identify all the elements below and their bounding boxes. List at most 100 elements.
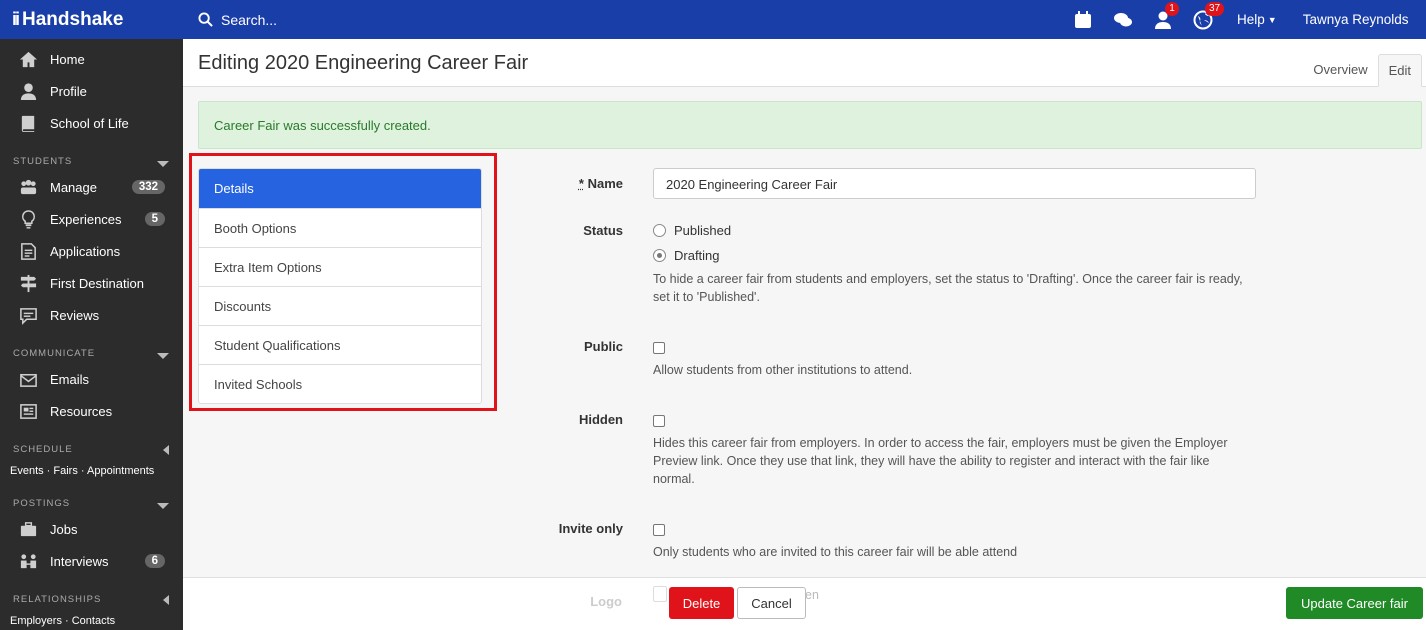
- section-heading: POSTINGS: [13, 498, 71, 509]
- handshake-mark-icon: ii: [12, 9, 20, 29]
- sidebar-section-schedule[interactable]: SCHEDULE: [0, 433, 183, 459]
- name-input[interactable]: 2020 Engineering Career Fair: [653, 168, 1256, 199]
- tab-edit[interactable]: Edit: [1377, 54, 1422, 87]
- logo-field-partial: [653, 586, 667, 602]
- sidebar-item-applications[interactable]: Applications: [0, 235, 183, 267]
- search-icon: [198, 12, 213, 27]
- tab-student-qualifications[interactable]: Student Qualifications: [199, 325, 481, 364]
- tab-discounts[interactable]: Discounts: [199, 286, 481, 325]
- calendar-button[interactable]: [1063, 0, 1103, 39]
- sidebar-item-school-of-life[interactable]: School of Life: [0, 107, 183, 139]
- status-option-drafting[interactable]: Drafting: [653, 248, 720, 263]
- status-help-text: To hide a career fair from students and …: [653, 272, 1243, 304]
- section-heading: SCHEDULE: [13, 444, 73, 455]
- invite-only-help-text: Only students who are invited to this ca…: [653, 545, 1018, 559]
- sidebar-item-label: Interviews: [50, 553, 109, 569]
- messages-button[interactable]: [1103, 0, 1143, 39]
- user-icon: [18, 81, 38, 101]
- globe-button[interactable]: 37: [1183, 0, 1225, 39]
- name-label: * Name: [483, 176, 623, 191]
- brand-logo[interactable]: ii Handshake: [0, 9, 183, 31]
- help-menu[interactable]: Help ▼: [1237, 12, 1277, 27]
- sidebar-item-resources[interactable]: Resources: [0, 395, 183, 427]
- sidebar-section-postings[interactable]: POSTINGS: [0, 487, 183, 513]
- book-icon: [18, 113, 38, 133]
- sidebar-item-label: Experiences: [50, 211, 122, 227]
- tab-details[interactable]: Details: [199, 169, 481, 208]
- sidebar-item-label: School of Life: [50, 115, 129, 131]
- logo-label: Logo: [590, 594, 622, 609]
- help-label: Help: [1237, 12, 1265, 27]
- document-icon: [18, 241, 38, 261]
- tab-overview[interactable]: Overview: [1303, 54, 1377, 87]
- delete-button[interactable]: Delete: [669, 587, 734, 619]
- tab-booth-options[interactable]: Booth Options: [199, 208, 481, 247]
- sidebar-item-reviews[interactable]: Reviews: [0, 299, 183, 331]
- globe-notification-badge: 37: [1205, 2, 1225, 16]
- user-notification-badge: 1: [1165, 2, 1179, 16]
- sidebar-item-first-destination[interactable]: First Destination: [0, 267, 183, 299]
- interview-icon: [18, 551, 38, 571]
- page-title: Editing 2020 Engineering Career Fair: [198, 52, 529, 74]
- comment-icon: [18, 305, 38, 325]
- schedule-links[interactable]: Events · Fairs · Appointments: [0, 459, 183, 477]
- sidebar-item-jobs[interactable]: Jobs: [0, 513, 183, 545]
- cancel-button[interactable]: Cancel: [737, 587, 806, 619]
- status-label: Status: [583, 223, 623, 238]
- status-option-published[interactable]: Published: [653, 223, 731, 238]
- page-header: Editing 2020 Engineering Career Fair Ove…: [183, 39, 1426, 87]
- count-badge: 5: [144, 212, 165, 226]
- sidebar-item-label: Jobs: [50, 521, 78, 537]
- user-menu[interactable]: Tawnya Reynolds: [1303, 12, 1409, 27]
- name-label-text: Name: [587, 176, 623, 191]
- caret-down-icon: [157, 161, 169, 167]
- sidebar-item-label: Profile: [50, 83, 87, 99]
- tab-invited-schools[interactable]: Invited Schools: [199, 364, 481, 403]
- relationships-links[interactable]: Employers · Contacts: [0, 609, 183, 627]
- public-label: Public: [583, 339, 623, 354]
- sidebar-item-profile[interactable]: Profile: [0, 75, 183, 107]
- signpost-icon: [18, 273, 38, 293]
- section-heading: STUDENTS: [13, 156, 73, 167]
- public-checkbox[interactable]: [653, 342, 665, 354]
- sidebar-item-home[interactable]: Home: [0, 43, 183, 75]
- search-placeholder: Search...: [221, 11, 278, 28]
- caret-down-icon: [157, 353, 169, 359]
- invite-only-checkbox[interactable]: [653, 524, 665, 536]
- top-navigation-bar: ii Handshake Search... 1 37 Help ▼ Tawny…: [0, 0, 1426, 39]
- sidebar-item-emails[interactable]: Emails: [0, 363, 183, 395]
- sidebar-section-communicate[interactable]: COMMUNICATE: [0, 337, 183, 363]
- sidebar-item-label: Resources: [50, 403, 113, 419]
- caret-left-icon: [163, 595, 169, 605]
- sidebar-item-interviews[interactable]: Interviews 6: [0, 545, 183, 577]
- page-tabs: Overview Edit: [1303, 54, 1422, 87]
- sidebar-item-experiences[interactable]: Experiences 5: [0, 203, 183, 235]
- sidebar-item-label: Manage: [50, 179, 97, 195]
- hidden-help-text: Hides this career fair from employers. I…: [653, 436, 1228, 486]
- section-tab-list: Details Booth Options Extra Item Options…: [198, 168, 482, 404]
- sidebar: Home Profile School of Life STUDENTS Man…: [0, 39, 183, 630]
- sidebar-item-label: Home: [50, 51, 85, 67]
- update-career-fair-button[interactable]: Update Career fair: [1286, 587, 1423, 619]
- notifications-user-button[interactable]: 1: [1143, 0, 1183, 39]
- briefcase-icon: [18, 519, 38, 539]
- radio-published[interactable]: [653, 224, 666, 237]
- chat-icon: [1114, 12, 1132, 26]
- caret-down-icon: [157, 503, 169, 509]
- sidebar-item-label: First Destination: [50, 275, 144, 291]
- radio-drafting[interactable]: [653, 249, 666, 262]
- hidden-checkbox[interactable]: [653, 415, 665, 427]
- global-search[interactable]: Search...: [183, 12, 1063, 28]
- invite-only-label: Invite only: [558, 521, 623, 536]
- radio-label: Published: [674, 223, 732, 238]
- sidebar-section-students[interactable]: STUDENTS: [0, 145, 183, 171]
- sidebar-item-manage[interactable]: Manage 332: [0, 171, 183, 203]
- tab-extra-item-options[interactable]: Extra Item Options: [199, 247, 481, 286]
- required-mark: *: [578, 176, 584, 191]
- calendar-icon: [1075, 10, 1091, 28]
- sidebar-section-relationships[interactable]: RELATIONSHIPS: [0, 583, 183, 609]
- caret-left-icon: [163, 445, 169, 455]
- section-heading: RELATIONSHIPS: [13, 594, 102, 605]
- brand-name: Handshake: [22, 8, 124, 30]
- newspaper-icon: [18, 401, 38, 421]
